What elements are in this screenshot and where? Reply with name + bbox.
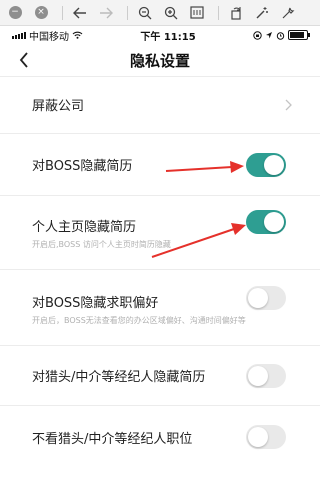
browser-toolbar: − × [0, 0, 320, 26]
status-bar: 中国移动 下午 11:15 [0, 26, 320, 44]
zoom-in-button[interactable] [160, 2, 182, 24]
setting-hide-resume-homepage: 个人主页隐藏简历 开启后,BOSS 访问个人主页时简历隐藏 [0, 196, 320, 270]
reader-icon [190, 6, 204, 19]
toggle-knob [264, 155, 284, 175]
setting-hide-job-preference: 对BOSS隐藏求职偏好 开启后，BOSS无法查看您的办公区域偏好、沟通时间偏好等 [0, 270, 320, 346]
setting-description: 开启后，BOSS无法查看您的办公区域偏好、沟通时间偏好等 [32, 316, 246, 325]
rotate-button[interactable] [225, 2, 247, 24]
setting-description: 开启后,BOSS 访问个人主页时简历隐藏 [32, 240, 171, 249]
magic-wand-icon [256, 6, 268, 18]
setting-label: 屏蔽公司 [32, 99, 85, 114]
alarm-icon [276, 31, 285, 40]
forward-button[interactable] [95, 2, 117, 24]
chevron-left-icon [19, 52, 28, 68]
toggle-knob [248, 427, 268, 447]
toggle-switch[interactable] [246, 425, 286, 449]
arrow-right-icon [100, 7, 113, 18]
arrow-left-icon [73, 7, 86, 18]
chevron-right-icon [285, 99, 292, 110]
setting-block-company[interactable]: 屏蔽公司 [0, 76, 320, 134]
close-button[interactable]: × [30, 2, 52, 24]
page-title: 隐私设置 [129, 51, 190, 70]
toolbar-divider [62, 5, 63, 20]
wifi-icon [72, 31, 83, 39]
signal-icon [12, 31, 26, 39]
nav-bar: 隐私设置 [0, 44, 320, 77]
battery-icon [288, 30, 310, 40]
rotate-icon [231, 6, 241, 20]
reader-button[interactable] [186, 2, 208, 24]
zoom-in-icon [164, 6, 178, 19]
toggle-switch[interactable] [246, 153, 286, 177]
carrier-label: 中国移动 [29, 31, 69, 43]
settings-list: 屏蔽公司 对BOSS隐藏简历 个人主页隐藏简历 开启后,BOSS 访问个人主页时… [0, 76, 320, 468]
orientation-lock-icon [253, 30, 262, 40]
setting-label: 对BOSS隐藏简历 [32, 159, 133, 174]
zoom-out-icon [138, 6, 152, 19]
setting-label: 对猎头/中介等经纪人隐藏简历 [32, 370, 206, 385]
toolbar-divider [127, 5, 128, 20]
toolbar-divider [218, 5, 219, 20]
toggle-knob [264, 212, 284, 232]
zoom-out-button[interactable] [134, 2, 156, 24]
location-icon [266, 32, 272, 39]
tools-button[interactable] [277, 2, 299, 24]
back-button[interactable] [69, 2, 91, 24]
magic-button[interactable] [251, 2, 273, 24]
setting-hide-agent-jobs: 不看猎头/中介等经纪人职位 [0, 406, 320, 468]
toggle-switch[interactable] [246, 364, 286, 388]
back-nav-button[interactable] [12, 48, 36, 72]
toggle-knob [248, 288, 268, 308]
minimize-button[interactable]: − [4, 2, 26, 24]
toggle-switch[interactable] [246, 210, 286, 234]
toggle-switch[interactable] [246, 286, 286, 310]
toggle-knob [248, 366, 268, 386]
setting-hide-resume-boss: 对BOSS隐藏简历 [0, 134, 320, 196]
setting-label: 不看猎头/中介等经纪人职位 [32, 431, 193, 447]
close-icon: × [34, 6, 48, 19]
status-time: 下午 11:15 [140, 31, 196, 43]
setting-hide-resume-agents: 对猎头/中介等经纪人隐藏简历 [0, 346, 320, 406]
minus-icon: − [8, 6, 22, 19]
tools-icon [282, 7, 295, 18]
